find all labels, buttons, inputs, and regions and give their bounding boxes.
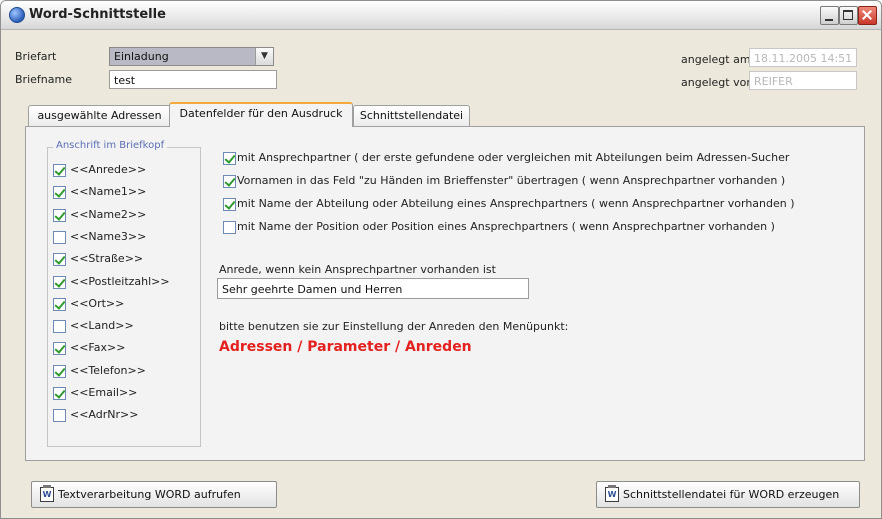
anschrift-checkbox-label: <<Telefon>>: [70, 363, 146, 377]
anreden-menu-link: Adressen / Parameter / Anreden: [219, 339, 472, 355]
option-checkbox[interactable]: [223, 175, 236, 188]
angelegt-am-label: angelegt am: [681, 53, 751, 66]
hint-text: bitte benutzen sie zur Einstellung der A…: [219, 320, 569, 333]
create-interface-file-button-label: Schnittstellendatei für WORD erzeugen: [623, 488, 840, 501]
anschrift-group-title: Anschrift im Briefkopf: [53, 140, 168, 151]
word-document-icon: W: [605, 485, 619, 502]
briefart-label: Briefart: [15, 50, 57, 63]
anschrift-checkbox-label: <<Ort>>: [70, 296, 125, 310]
anschrift-checkbox[interactable]: [53, 387, 66, 400]
anschrift-checkbox-label: <<Email>>: [70, 386, 138, 399]
option-label: mit Name der Abteilung oder Abteilung ei…: [237, 197, 795, 210]
word-open-button-label: Textverarbeitung WORD aufrufen: [58, 488, 241, 501]
option-label: mit Name der Position oder Position eine…: [237, 220, 775, 233]
window-title: Word-Schnittstelle: [29, 7, 166, 22]
anschrift-checkbox[interactable]: [53, 342, 66, 356]
app-icon: [9, 7, 25, 23]
anschrift-checkbox-label: <<AdrNr>>: [70, 408, 139, 422]
chevron-down-icon[interactable]: ▼: [255, 48, 273, 65]
create-interface-file-button[interactable]: W Schnittstellendatei für WORD erzeugen: [596, 481, 860, 508]
briefname-label: Briefname: [15, 73, 72, 86]
anschrift-checkbox-label: <<Fax>>: [70, 341, 126, 355]
option-checkbox[interactable]: [223, 152, 236, 165]
word-document-icon: W: [40, 485, 54, 502]
close-button[interactable]: [858, 6, 877, 25]
anschrift-checkbox-label: <<Straße>>: [70, 252, 144, 266]
option-checkbox[interactable]: [223, 221, 236, 234]
anschrift-checkbox-label: <<Name1>>: [70, 185, 147, 199]
tab-ausgewaehlte-adressen[interactable]: ausgewählte Adressen: [28, 105, 171, 126]
briefart-value: Einladung: [110, 48, 258, 65]
anschrift-checkbox[interactable]: [53, 164, 66, 177]
minimize-button[interactable]: [820, 6, 839, 25]
anschrift-checkbox[interactable]: [53, 320, 66, 334]
maximize-button[interactable]: [839, 6, 858, 25]
anschrift-checkbox-label: <<Anrede>>: [70, 163, 147, 176]
briefart-select[interactable]: Einladung ▼: [109, 47, 274, 66]
tab-datenfelder[interactable]: Datenfelder für den Ausdruck: [169, 102, 353, 127]
anrede-input[interactable]: Sehr geehrte Damen und Herren: [217, 278, 529, 299]
option-checkbox[interactable]: [223, 198, 236, 211]
anrede-label: Anrede, wenn kein Ansprechpartner vorhan…: [219, 263, 496, 276]
title-bar[interactable]: Word-Schnittstelle: [1, 1, 881, 30]
word-open-button[interactable]: W Textverarbeitung WORD aufrufen: [31, 481, 277, 508]
anschrift-checkbox[interactable]: [53, 297, 66, 311]
anschrift-checkbox[interactable]: [53, 208, 66, 222]
angelegt-von-field: REIFER: [749, 71, 857, 90]
angelegt-am-field: 18.11.2005 14:51: [749, 48, 857, 67]
word-schnittstelle-window: Word-Schnittstelle Briefart Einladung ▼ …: [0, 0, 882, 519]
anschrift-checkbox[interactable]: [53, 253, 66, 267]
option-label: mit Ansprechpartner ( der erste gefunden…: [237, 151, 790, 164]
anschrift-checkbox[interactable]: [53, 275, 66, 289]
option-label: Vornamen in das Feld "zu Händen im Brief…: [237, 174, 786, 187]
anschrift-checkbox[interactable]: [53, 409, 66, 423]
angelegt-von-label: angelegt von: [681, 76, 754, 89]
anschrift-checkbox[interactable]: [53, 186, 66, 200]
tab-schnittstellendatei[interactable]: Schnittstellendatei: [353, 105, 470, 126]
anschrift-checkbox-label: <<Name2>>: [70, 207, 147, 221]
briefname-input[interactable]: test: [109, 70, 277, 89]
anschrift-checkbox[interactable]: [53, 364, 66, 378]
anschrift-checkbox-label: <<Name3>>: [70, 229, 147, 243]
anschrift-checkbox[interactable]: [53, 230, 66, 244]
anschrift-checkbox-label: <<Land>>: [70, 319, 134, 333]
anschrift-checkbox-label: <<Postleitzahl>>: [70, 274, 170, 288]
